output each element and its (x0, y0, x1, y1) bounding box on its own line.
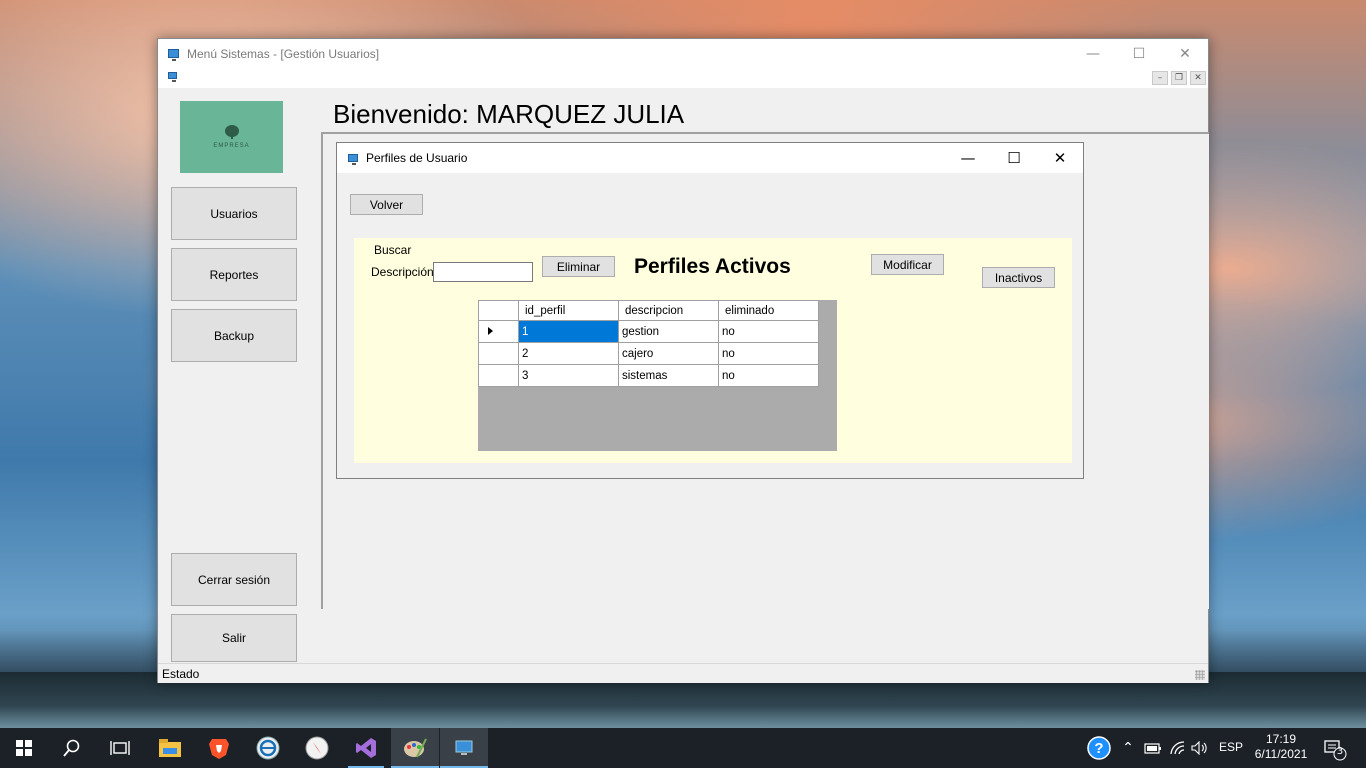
file-explorer-icon (159, 739, 181, 757)
brave-browser-button[interactable] (195, 728, 243, 768)
column-header[interactable]: descripcion (618, 300, 719, 321)
mdi-close-button[interactable]: ✕ (1190, 71, 1206, 85)
exit-button[interactable]: Salir (171, 614, 297, 662)
paint-icon (404, 738, 427, 758)
grid-header-row: id_perfil descripcion eliminado (478, 300, 819, 321)
modify-button[interactable]: Modificar (871, 254, 944, 275)
table-row[interactable]: 3 sistemas no (478, 364, 819, 387)
column-header[interactable]: id_perfil (518, 300, 619, 321)
svg-text:?: ? (1094, 740, 1103, 757)
description-label: Descripción (371, 265, 434, 279)
profiles-panel: Buscar Descripción Eliminar Perfiles Act… (354, 238, 1072, 463)
action-center-button[interactable]: 3 (1320, 728, 1350, 768)
search-label: Buscar (374, 243, 412, 257)
backup-button[interactable]: Backup (171, 309, 297, 362)
mdi-restore-button[interactable]: ❐ (1171, 71, 1187, 85)
inactive-button[interactable]: Inactivos (982, 267, 1055, 288)
row-header-corner (478, 300, 519, 321)
taskbar: ? ⌃ ESP 17:19 6/11/2021 3 (0, 728, 1366, 768)
mdi-menu-bar: – ❐ ✕ (158, 68, 1208, 88)
company-logo: EMPRESA (180, 101, 283, 173)
row-header[interactable] (478, 364, 519, 387)
status-bar: Estado (158, 663, 1208, 683)
close-button[interactable]: ✕ (1037, 143, 1083, 173)
back-button[interactable]: Volver (350, 194, 423, 215)
profiles-titlebar[interactable]: Perfiles de Usuario — ☐ ✕ (337, 143, 1083, 173)
visual-studio-icon (356, 738, 376, 758)
table-cell[interactable]: no (718, 364, 819, 387)
wifi-icon (1170, 741, 1185, 755)
row-header[interactable] (478, 320, 519, 343)
clock-date: 6/11/2021 (1254, 747, 1308, 761)
help-icon: ? (1087, 736, 1111, 760)
battery-button[interactable] (1143, 728, 1163, 768)
description-input[interactable] (433, 262, 533, 282)
table-cell[interactable]: gestion (618, 320, 719, 343)
winforms-app-button[interactable] (440, 728, 488, 768)
logo-text: EMPRESA (213, 143, 250, 149)
profiles-heading: Perfiles Activos (634, 255, 791, 278)
clock-time: 17:19 (1265, 732, 1297, 746)
language-indicator[interactable]: ESP (1218, 740, 1244, 755)
search-icon (63, 739, 80, 757)
app-e-icon (256, 736, 280, 760)
minimize-button[interactable]: — (945, 143, 991, 173)
table-row[interactable]: 2 cajero no (478, 342, 819, 365)
help-button[interactable]: ? (1086, 728, 1112, 768)
maximize-button[interactable]: ☐ (1116, 39, 1162, 68)
logout-button[interactable]: Cerrar sesión (171, 553, 297, 606)
table-row[interactable]: 1 gestion no (478, 320, 819, 343)
profiles-window-title: Perfiles de Usuario (366, 151, 468, 165)
clock[interactable]: 17:19 6/11/2021 (1250, 732, 1312, 762)
reportes-button[interactable]: Reportes (171, 248, 297, 301)
battery-icon (1144, 743, 1161, 754)
task-view-icon (110, 741, 130, 755)
winforms-app-icon (455, 740, 473, 755)
usuarios-button[interactable]: Usuarios (171, 187, 297, 240)
task-view-button[interactable] (96, 728, 144, 768)
start-icon (16, 740, 32, 756)
chevron-up-icon: ⌃ (1122, 740, 1134, 756)
current-row-arrow-icon (488, 326, 493, 335)
visual-studio-button[interactable] (342, 728, 390, 768)
table-cell[interactable]: no (718, 342, 819, 365)
table-cell[interactable]: 1 (518, 320, 619, 343)
brave-browser-icon (209, 739, 229, 759)
start-button[interactable] (0, 728, 48, 768)
table-cell[interactable]: no (718, 320, 819, 343)
paint-button[interactable] (391, 728, 439, 768)
table-cell[interactable]: 2 (518, 342, 619, 365)
main-window-title: Menú Sistemas - [Gestión Usuarios] (187, 46, 380, 61)
table-cell[interactable]: 3 (518, 364, 619, 387)
mdi-child-icon[interactable] (168, 72, 177, 82)
row-header[interactable] (478, 342, 519, 365)
volume-button[interactable] (1190, 728, 1210, 768)
maximize-button[interactable]: ☐ (991, 143, 1037, 173)
app-icon (168, 49, 179, 61)
network-button[interactable] (1168, 728, 1188, 768)
column-header[interactable]: eliminado (718, 300, 819, 321)
file-explorer-button[interactable] (146, 728, 194, 768)
tree-icon (224, 125, 239, 139)
app-e-button[interactable] (244, 728, 292, 768)
resize-grip-icon[interactable] (1195, 670, 1205, 680)
speaker-icon (1191, 741, 1207, 755)
welcome-heading: Bienvenido: MARQUEZ JULIA (333, 99, 685, 129)
main-titlebar[interactable]: Menú Sistemas - [Gestión Usuarios] — ☐ ✕ (158, 39, 1208, 68)
table-cell[interactable]: cajero (618, 342, 719, 365)
search-button[interactable] (48, 728, 96, 768)
minimize-button[interactable]: — (1070, 39, 1116, 68)
compass-icon (305, 736, 329, 760)
table-cell[interactable]: sistemas (618, 364, 719, 387)
delete-button[interactable]: Eliminar (542, 256, 615, 277)
status-text: Estado (162, 666, 200, 681)
profiles-grid[interactable]: id_perfil descripcion eliminado 1 gestio… (478, 300, 837, 451)
compass-button[interactable] (293, 728, 341, 768)
notification-count: 3 (1336, 746, 1344, 757)
close-button[interactable]: ✕ (1162, 39, 1208, 68)
profiles-window: Perfiles de Usuario — ☐ ✕ Volver Buscar … (336, 142, 1084, 479)
show-hidden-icons-button[interactable]: ⌃ (1119, 728, 1137, 768)
window-icon (348, 154, 358, 165)
mdi-minimize-button[interactable]: – (1152, 71, 1168, 85)
